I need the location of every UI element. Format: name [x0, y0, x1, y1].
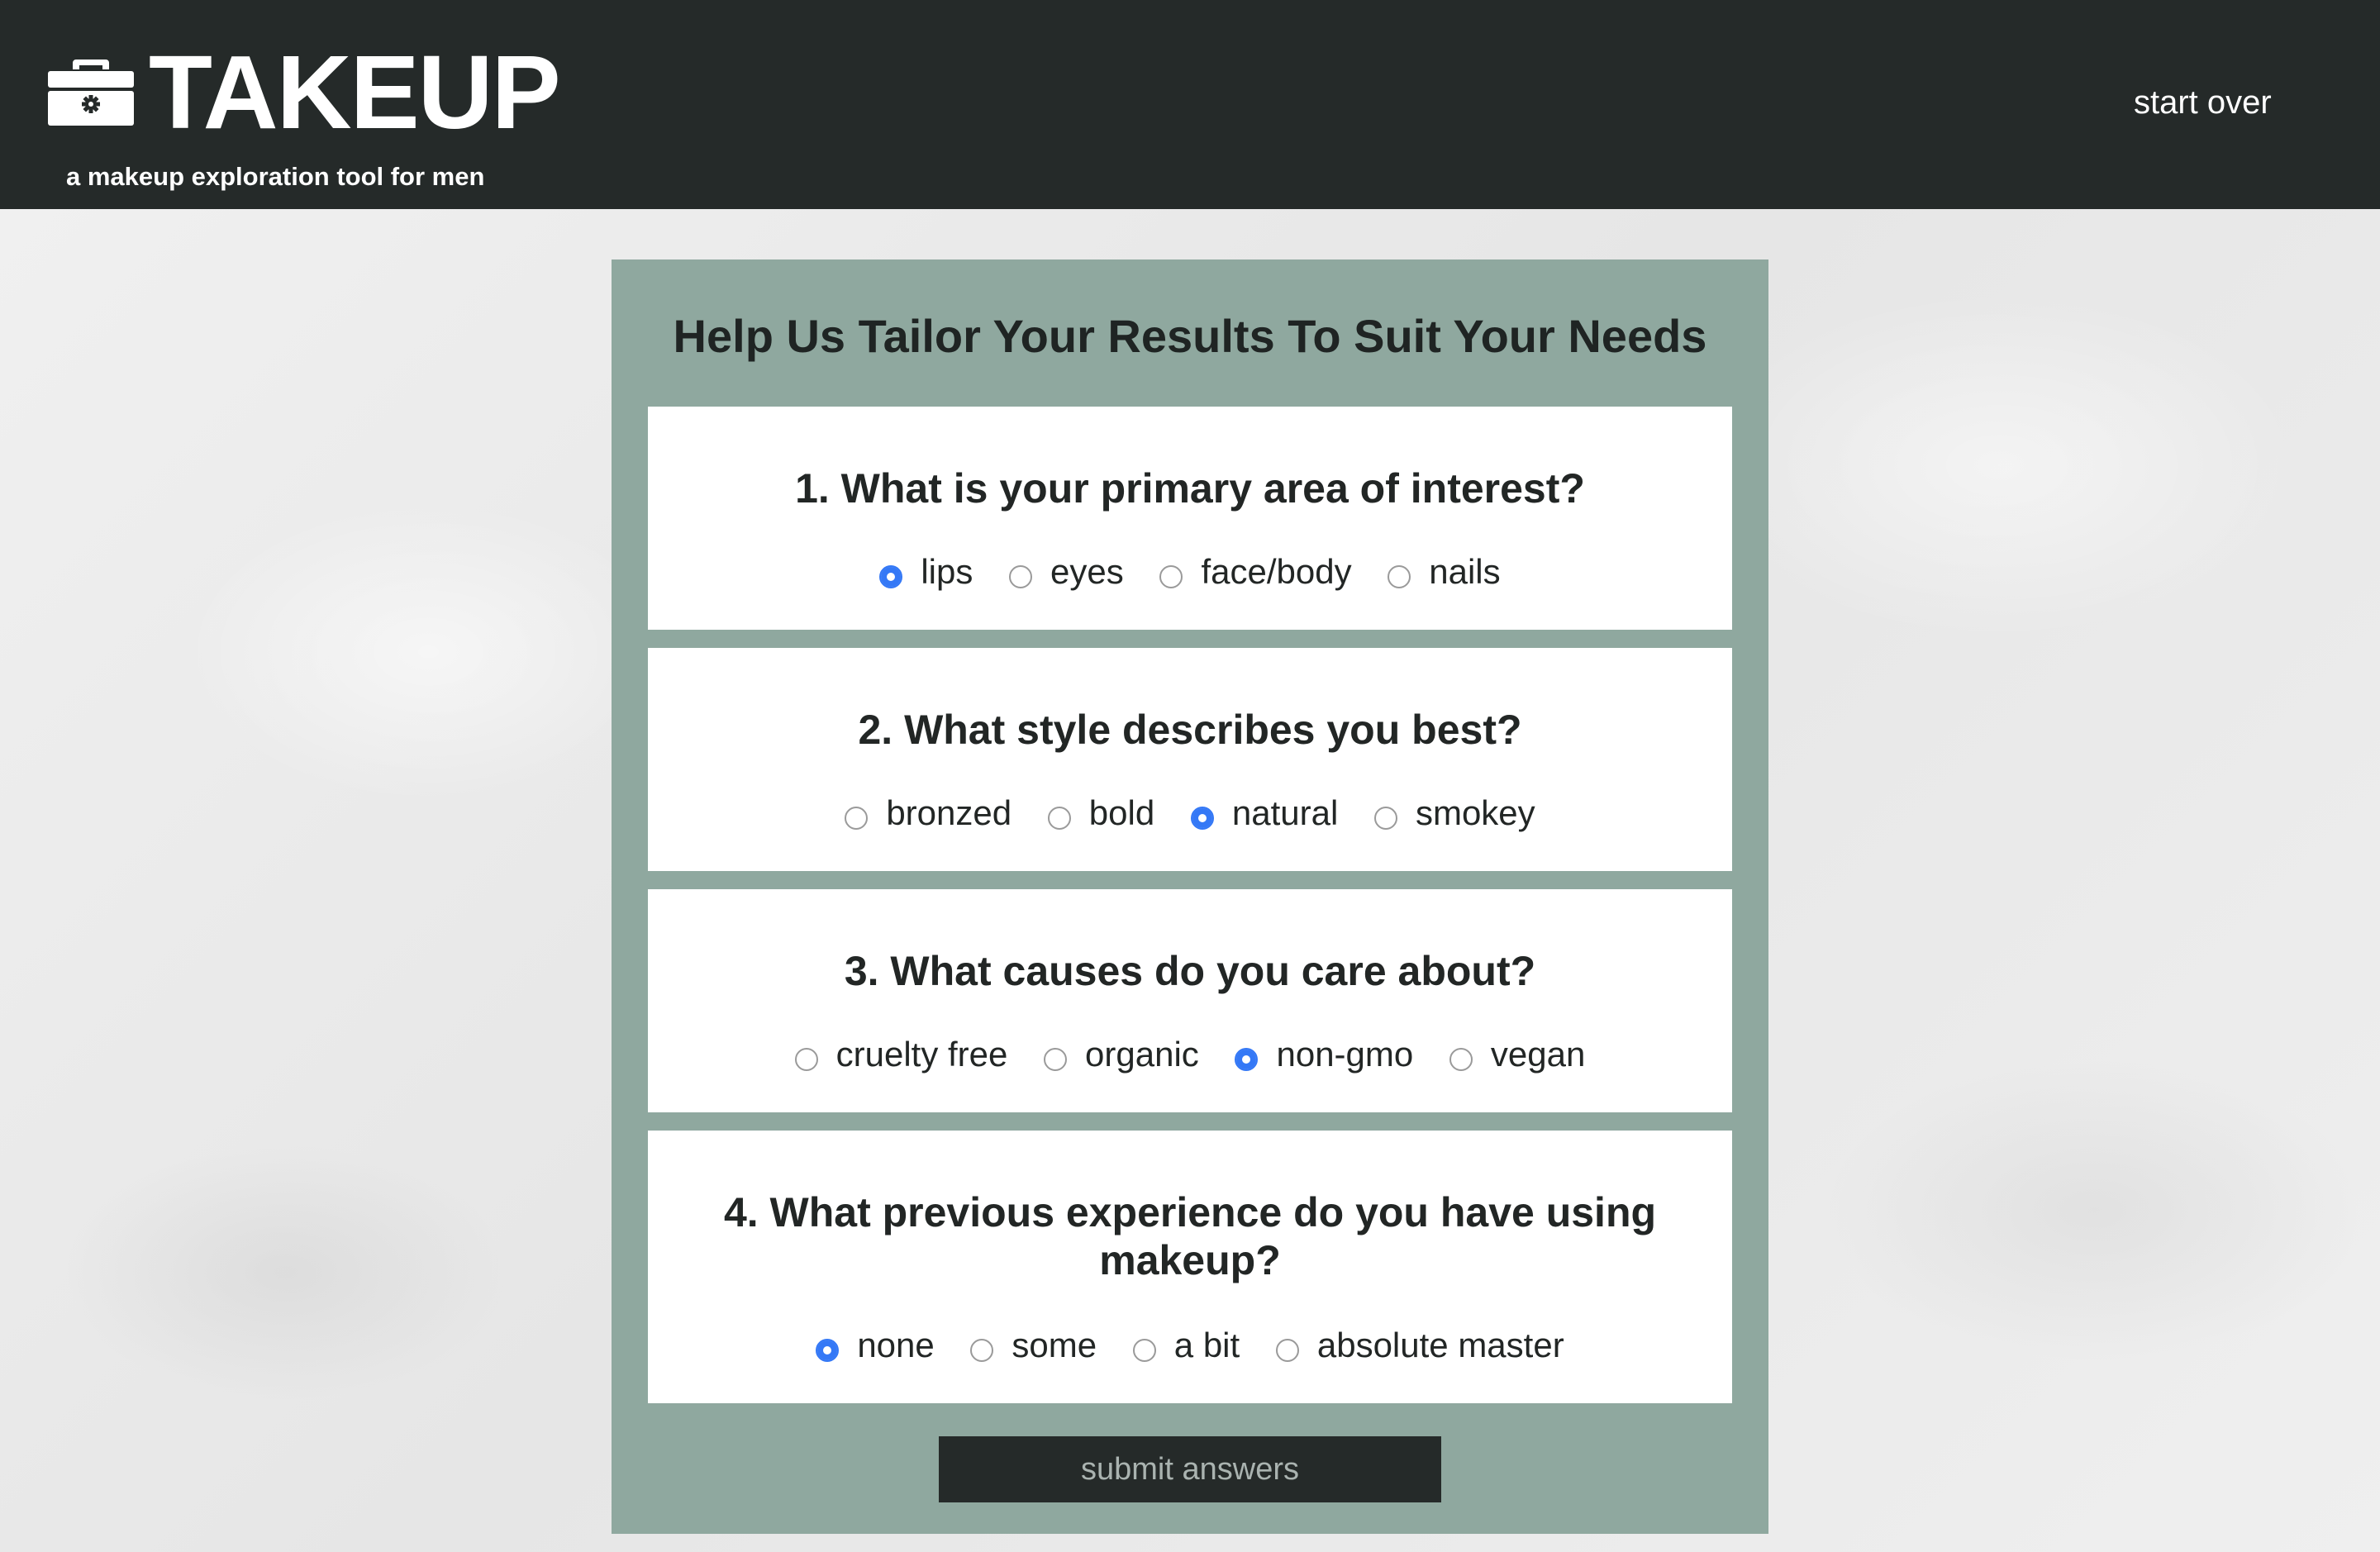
option-label: a bit [1173, 1326, 1240, 1364]
option-label: eyes [1050, 552, 1124, 591]
option-absolute-master[interactable]: absolute master [1275, 1326, 1564, 1365]
option-label: absolute master [1316, 1326, 1564, 1364]
question-text: 3. What causes do you care about? [844, 948, 1536, 994]
radio-button[interactable] [1449, 1048, 1473, 1071]
radio-button[interactable] [1047, 807, 1071, 830]
option-label: some [1011, 1326, 1097, 1364]
submit-answers-button[interactable]: submit answers [939, 1436, 1441, 1502]
brand-title: TAKEUP [149, 34, 561, 150]
option-none[interactable]: none [816, 1326, 935, 1365]
question-text: 2. What style describes you best? [858, 707, 1522, 753]
option-label: lips [921, 552, 973, 591]
option-natural[interactable]: natural [1190, 793, 1339, 833]
option-label: cruelty free [835, 1035, 1008, 1074]
question-card-1: 1. What is your primary area of interest… [648, 407, 1732, 630]
radio-button[interactable] [1159, 565, 1183, 588]
question-text: 1. What is your primary area of interest… [795, 465, 1585, 512]
radio-button[interactable] [1388, 565, 1411, 588]
radio-button[interactable] [794, 1048, 818, 1071]
radio-button[interactable] [1190, 807, 1214, 830]
option-cruelty-free[interactable]: cruelty free [794, 1035, 1008, 1074]
radio-button[interactable] [970, 1339, 994, 1362]
radio-button[interactable] [1235, 1048, 1259, 1071]
option-nails[interactable]: nails [1388, 552, 1501, 592]
radio-button[interactable] [1044, 1048, 1068, 1071]
questionnaire-panel: Help Us Tailor Your Results To Suit Your… [612, 259, 1768, 1534]
option-face-body[interactable]: face/body [1159, 552, 1352, 592]
option-label: bold [1088, 793, 1155, 832]
option-smokey[interactable]: smokey [1373, 793, 1535, 833]
question-card-3: 3. What causes do you care about? cruelt… [648, 889, 1732, 1112]
radio-group: cruelty free organic non-gmo vegan [648, 1035, 1732, 1074]
brand-tagline: a makeup exploration tool for men [66, 162, 485, 191]
option-organic[interactable]: organic [1044, 1035, 1199, 1074]
radio-button[interactable] [816, 1339, 840, 1362]
option-vegan[interactable]: vegan [1449, 1035, 1585, 1074]
radio-button[interactable] [1132, 1339, 1156, 1362]
option-label: vegan [1490, 1035, 1586, 1074]
radio-group: bronzed bold natural smokey [648, 793, 1732, 833]
question-text: 4. What previous experience do you have … [723, 1189, 1657, 1283]
option-label: natural [1231, 793, 1339, 832]
top-header: TAKEUP a makeup exploration tool for men… [0, 0, 2380, 209]
option-some[interactable]: some [970, 1326, 1097, 1365]
question-card-4: 4. What previous experience do you have … [648, 1131, 1732, 1403]
radio-button[interactable] [1373, 807, 1397, 830]
option-bronzed[interactable]: bronzed [845, 793, 1011, 833]
option-a-bit[interactable]: a bit [1132, 1326, 1240, 1365]
radio-group: lips eyes face/body nails [648, 552, 1732, 592]
option-label: face/body [1201, 552, 1352, 591]
question-card-2: 2. What style describes you best? bronze… [648, 648, 1732, 871]
radio-button[interactable] [1009, 565, 1033, 588]
radio-button[interactable] [845, 807, 869, 830]
option-non-gmo[interactable]: non-gmo [1235, 1035, 1413, 1074]
option-label: non-gmo [1276, 1035, 1414, 1074]
radio-button[interactable] [1275, 1339, 1299, 1362]
option-label: organic [1085, 1035, 1199, 1074]
start-over-link[interactable]: start over [2134, 84, 2272, 121]
radio-group: none some a bit absolute master [648, 1326, 1732, 1365]
option-bold[interactable]: bold [1047, 793, 1155, 833]
option-label: smokey [1415, 793, 1535, 832]
option-label: none [857, 1326, 935, 1364]
toolbox-gear-icon [48, 60, 134, 126]
form-title: Help Us Tailor Your Results To Suit Your… [673, 310, 1707, 362]
option-lips[interactable]: lips [879, 552, 973, 592]
option-label: bronzed [886, 793, 1012, 832]
option-eyes[interactable]: eyes [1009, 552, 1124, 592]
option-label: nails [1429, 552, 1501, 591]
radio-button[interactable] [879, 565, 903, 588]
